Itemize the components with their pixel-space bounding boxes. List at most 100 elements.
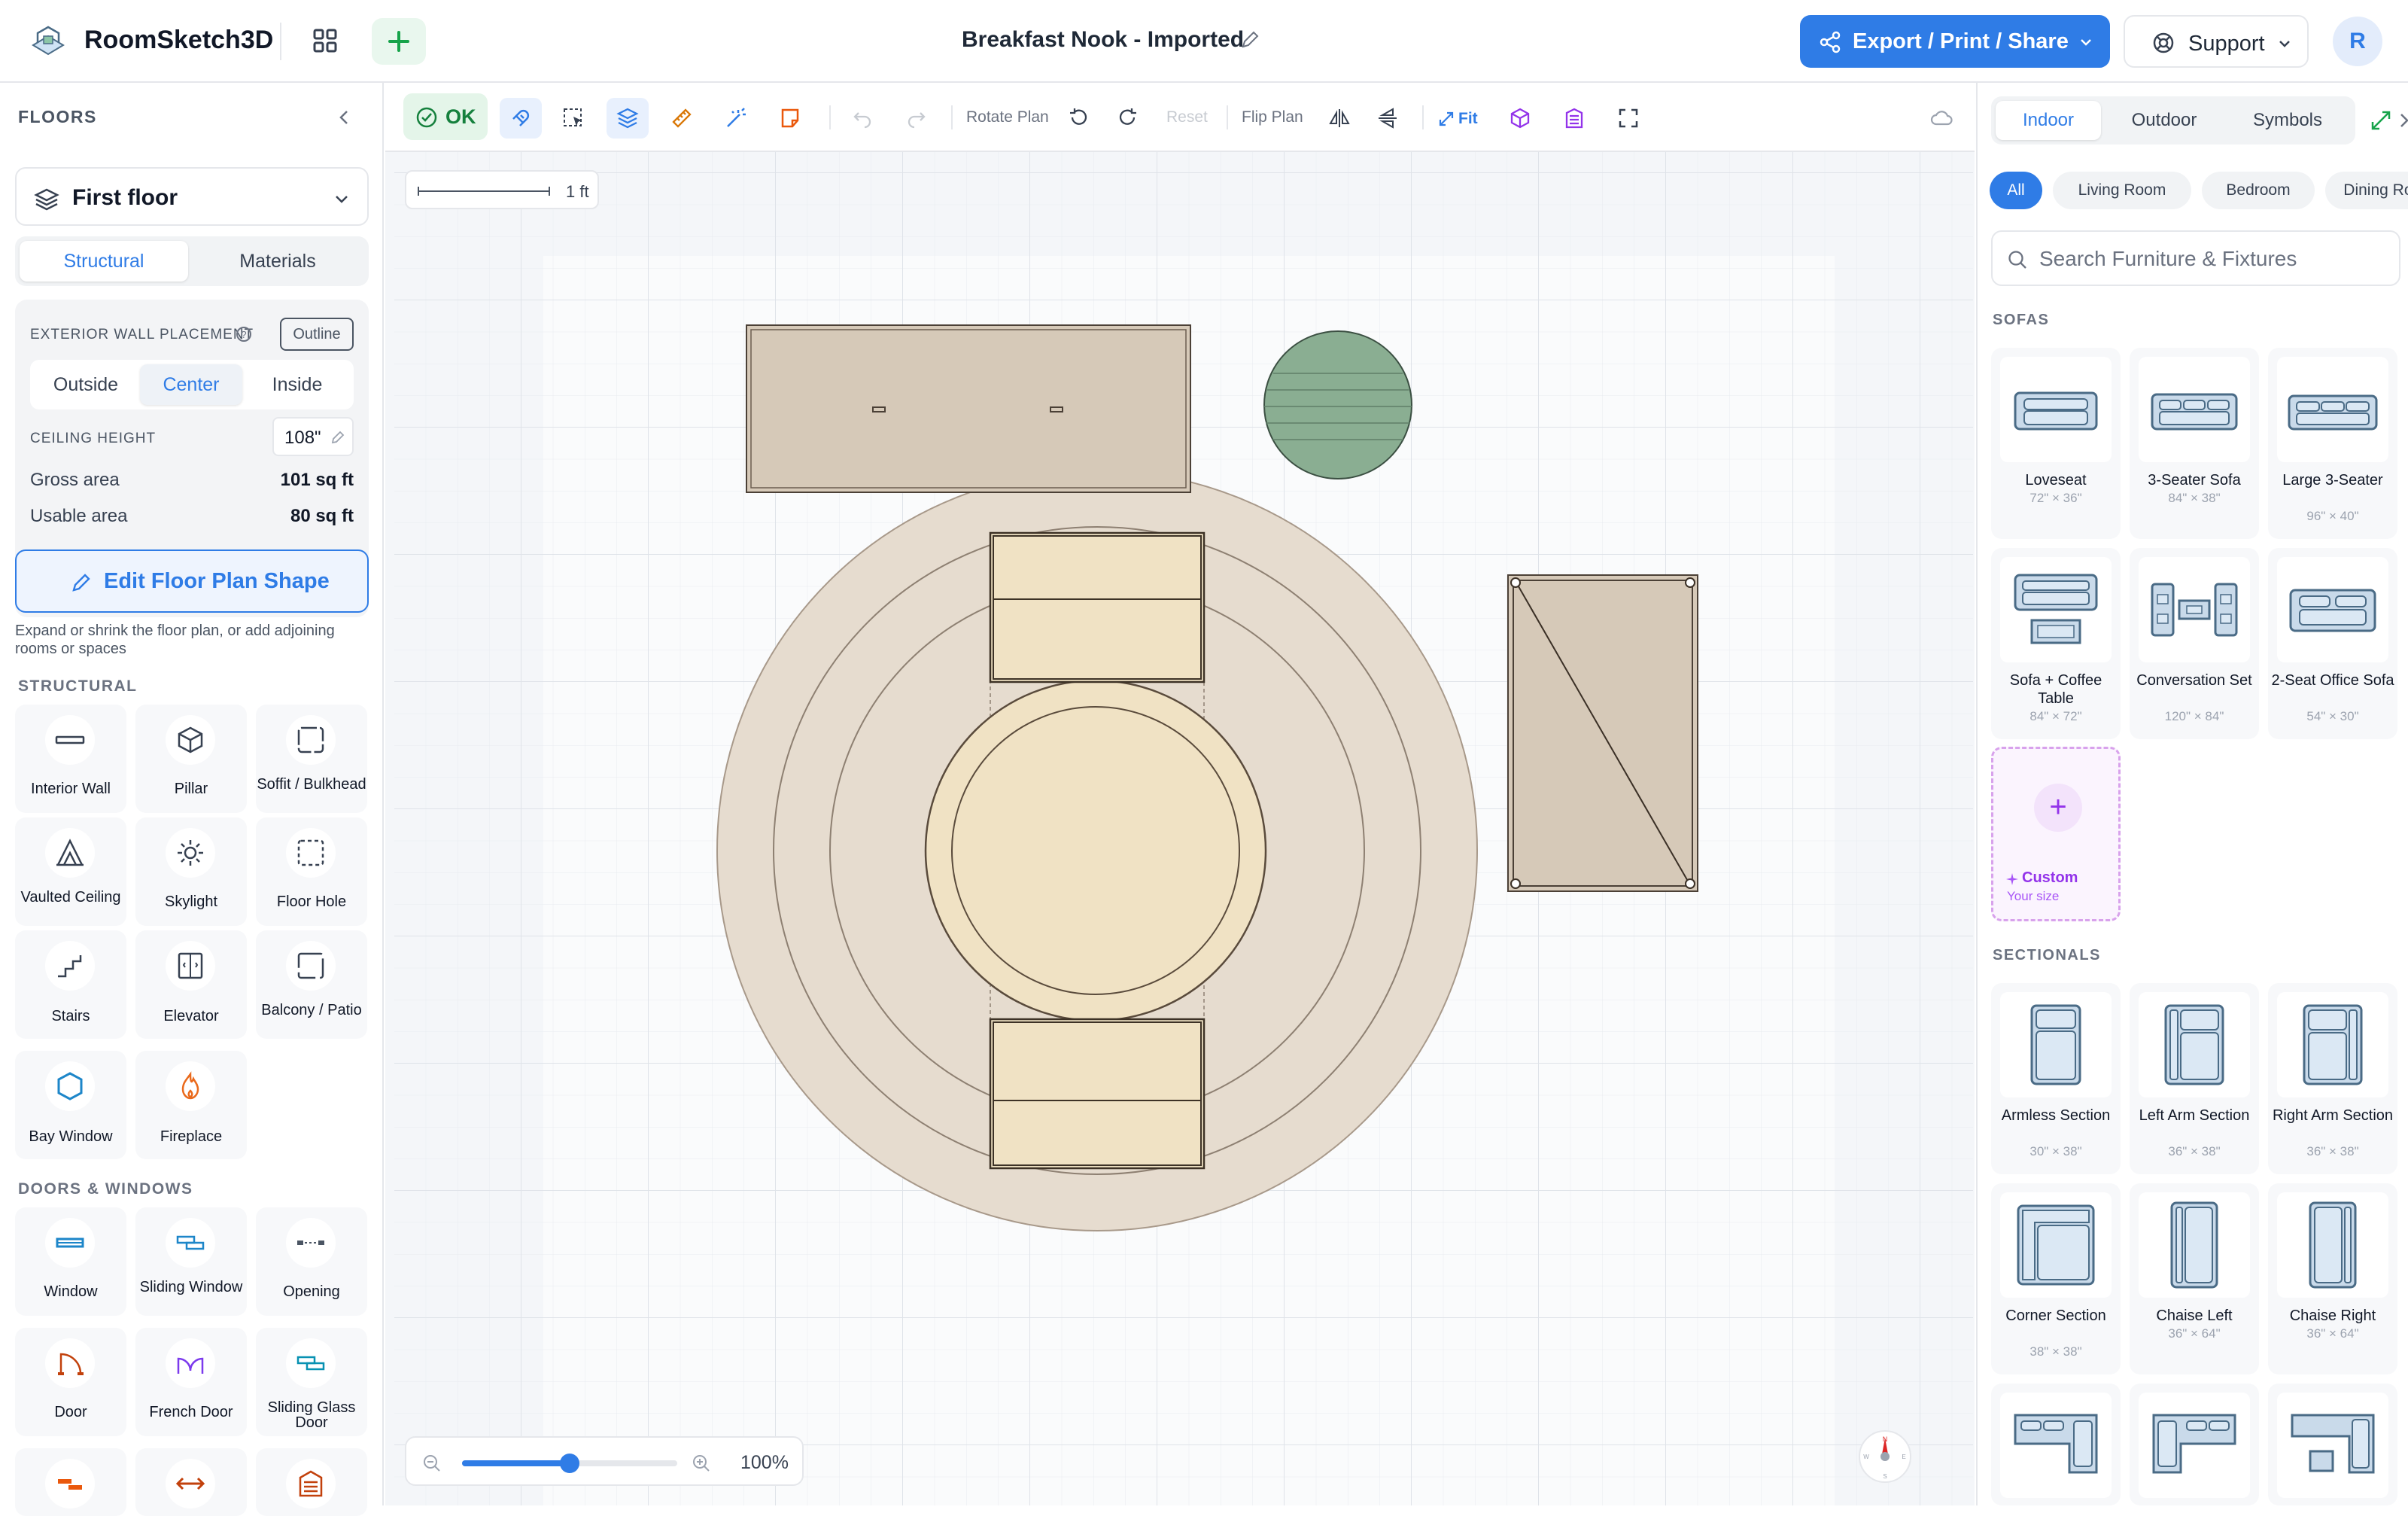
tool-pillar[interactable]: Pillar <box>135 705 247 813</box>
fullscreen-button[interactable] <box>1607 98 1649 139</box>
avatar[interactable]: R <box>2333 17 2382 66</box>
item-conversation-set[interactable]: Conversation Set 120" × 84" <box>2130 548 2259 739</box>
tool-double-arrow[interactable] <box>135 1448 247 1516</box>
outline-button[interactable]: Outline <box>280 318 354 351</box>
tool-french-door[interactable]: French Door <box>135 1328 247 1436</box>
item-sectional-l-left[interactable] <box>1991 1384 2121 1505</box>
tool-opening[interactable]: Opening <box>256 1207 367 1316</box>
tool-door[interactable]: Door <box>15 1328 126 1436</box>
ok-status-button[interactable]: OK <box>403 93 488 140</box>
chip-living-room[interactable]: Living Room <box>2053 172 2191 209</box>
elevation-view-button[interactable] <box>1553 98 1595 139</box>
tool-skylight[interactable]: Skylight <box>135 817 247 926</box>
3d-view-button[interactable] <box>1499 98 1541 139</box>
note-button[interactable] <box>769 98 811 139</box>
round-dining-table[interactable] <box>924 679 1267 1022</box>
collapse-left-panel-button[interactable] <box>331 104 358 131</box>
chip-dining-room[interactable]: Dining Room <box>2325 172 2408 209</box>
compass-s: S <box>1883 1473 1887 1480</box>
flip-vertical-button[interactable] <box>1367 98 1409 139</box>
item-left-arm-section[interactable]: Left Arm Section 36" × 38" <box>2130 983 2259 1174</box>
dashboard-grid-button[interactable] <box>303 23 348 60</box>
floor-plan-canvas[interactable]: 1 ft 100% N E S W <box>385 152 1975 1505</box>
item-size: 36" × 38" <box>2306 1144 2359 1158</box>
chip-all[interactable]: All <box>1990 172 2042 209</box>
tool-window[interactable]: Window <box>15 1207 126 1316</box>
tool-bay-window[interactable]: Bay Window <box>15 1051 126 1159</box>
console-table[interactable] <box>746 324 1191 493</box>
item-chaise-right[interactable]: Chaise Right 36" × 64" <box>2268 1183 2397 1374</box>
tab-indoor[interactable]: Indoor <box>1996 101 2101 140</box>
item-3-seater-sofa[interactable]: 3-Seater Sofa 84" × 38" <box>2130 348 2259 539</box>
item-sectional-ottoman[interactable] <box>2268 1384 2397 1505</box>
zoom-slider[interactable] <box>462 1454 677 1473</box>
tool-soffit-bulkhead[interactable]: Soffit / Bulkhead <box>256 705 367 813</box>
tool-pocket-door[interactable] <box>15 1448 126 1516</box>
document-title[interactable]: Breakfast Nook - Imported <box>962 27 1244 53</box>
placement-inside[interactable]: Inside <box>245 364 349 405</box>
pencil-icon[interactable] <box>1239 29 1261 51</box>
bench-bottom[interactable] <box>989 1018 1206 1170</box>
tool-garage-door[interactable] <box>256 1448 367 1516</box>
support-button[interactable]: Support <box>2124 15 2309 68</box>
fit-button[interactable]: Fit <box>1434 99 1488 137</box>
app-logo-icon[interactable] <box>27 23 69 60</box>
placement-center[interactable]: Center <box>140 364 242 405</box>
bench-top[interactable] <box>989 531 1206 683</box>
item-large-3-seater[interactable]: Large 3-Seater 96" × 40" <box>2268 348 2397 539</box>
magic-wand-button[interactable] <box>715 98 757 139</box>
layers-button[interactable] <box>607 98 649 139</box>
edit-floor-plan-shape-button[interactable]: Edit Floor Plan Shape <box>15 549 369 613</box>
search-input[interactable] <box>2038 242 2384 275</box>
help-icon[interactable]: ? <box>235 325 253 343</box>
reset-button[interactable]: Reset <box>1166 108 1208 126</box>
item-2-seat-office-sofa[interactable]: 2-Seat Office Sofa 54" × 30" <box>2268 548 2397 739</box>
rotate-right-button[interactable] <box>1106 98 1148 139</box>
more-tabs-button[interactable] <box>2396 110 2408 131</box>
item-armless-section[interactable]: Armless Section 30" × 38" <box>1991 983 2121 1174</box>
export-print-share-button[interactable]: Export / Print / Share <box>1800 15 2110 68</box>
tool-balcony-patio[interactable]: Balcony / Patio <box>256 930 367 1039</box>
tool-fireplace[interactable]: Fireplace <box>135 1051 247 1159</box>
redo-button[interactable] <box>895 98 938 139</box>
undo-button[interactable] <box>841 98 883 139</box>
new-plan-button[interactable] <box>372 18 426 65</box>
tool-sliding-window[interactable]: Sliding Window <box>135 1207 247 1316</box>
plant-pot[interactable] <box>1263 330 1412 479</box>
tab-symbols[interactable]: Symbols <box>2227 101 2348 140</box>
item-right-arm-section[interactable]: Right Arm Section 36" × 38" <box>2268 983 2397 1174</box>
item-corner-section[interactable]: Corner Section 38" × 38" <box>1991 1183 2121 1374</box>
expand-panel-button[interactable] <box>2369 108 2393 132</box>
tool-interior-wall[interactable]: Interior Wall <box>15 705 126 813</box>
sideboard-cabinet[interactable] <box>1507 574 1698 892</box>
item-sofa-coffee-table[interactable]: Sofa + Coffee Table 84" × 72" <box>1991 548 2121 739</box>
item-loveseat[interactable]: Loveseat 72" × 36" <box>1991 348 2121 539</box>
tool-sliding-glass-door[interactable]: Sliding Glass Door <box>256 1328 367 1436</box>
cloud-sync-button[interactable] <box>1920 98 1963 139</box>
tool-vaulted-ceiling[interactable]: Vaulted Ceiling <box>15 817 126 926</box>
measure-button[interactable] <box>661 98 703 139</box>
magnet-snap-button[interactable] <box>500 98 542 139</box>
placement-outside[interactable]: Outside <box>35 364 137 405</box>
tab-structural[interactable]: Structural <box>20 241 188 282</box>
zoom-slider-thumb[interactable] <box>560 1454 579 1473</box>
rotate-left-button[interactable] <box>1058 98 1100 139</box>
floor-plan-drawing[interactable] <box>385 152 1975 1505</box>
compass-w: W <box>1863 1454 1869 1460</box>
custom-size-card[interactable]: + Custom Your size <box>1991 747 2121 921</box>
compass[interactable]: N E S W <box>1859 1430 1911 1483</box>
tab-outdoor[interactable]: Outdoor <box>2105 101 2223 140</box>
tool-floor-hole[interactable]: Floor Hole <box>256 817 367 926</box>
ceiling-height-field[interactable]: 108" <box>272 417 354 456</box>
tab-materials[interactable]: Materials <box>193 241 363 282</box>
zoom-in-icon[interactable] <box>691 1453 712 1474</box>
flip-horizontal-button[interactable] <box>1318 98 1361 139</box>
chip-bedroom[interactable]: Bedroom <box>2202 172 2315 209</box>
tool-stairs[interactable]: Stairs <box>15 930 126 1039</box>
floor-select[interactable]: First floor <box>15 167 369 226</box>
select-area-button[interactable] <box>552 98 594 139</box>
item-sectional-l-right[interactable] <box>2130 1384 2259 1505</box>
tool-elevator[interactable]: Elevator <box>135 930 247 1039</box>
zoom-out-icon[interactable] <box>421 1453 442 1474</box>
item-chaise-left[interactable]: Chaise Left 36" × 64" <box>2130 1183 2259 1374</box>
